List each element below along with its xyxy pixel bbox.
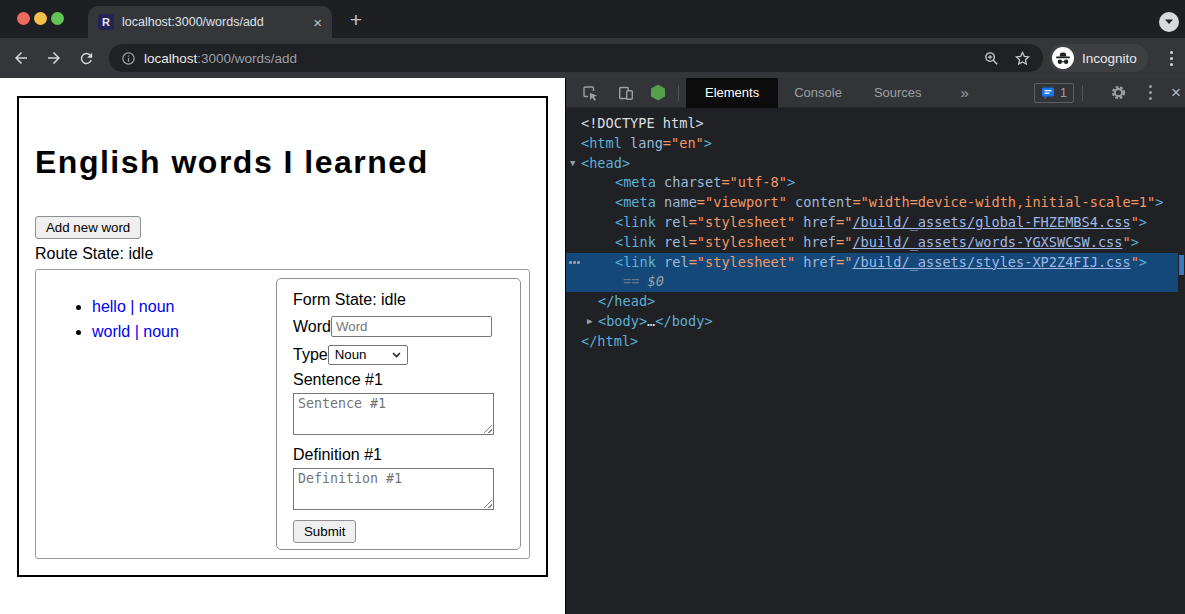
type-select[interactable]: Noun <box>328 345 408 365</box>
sentence-label: Sentence #1 <box>293 371 504 389</box>
issues-button[interactable]: 1 <box>1034 83 1074 103</box>
definition-label: Definition #1 <box>293 446 504 464</box>
words-panel: hello | noun world | noun Form State: idl… <box>35 269 530 559</box>
word-link[interactable]: hello | noun <box>92 298 174 315</box>
separator <box>678 85 679 101</box>
code-line[interactable]: <meta charset="utf-8"> <box>566 173 1178 193</box>
tab-console[interactable]: Console <box>778 78 858 108</box>
tab-title: localhost:3000/words/add <box>122 15 264 29</box>
issues-bubble-icon <box>1041 86 1055 100</box>
word-input[interactable] <box>331 316 492 337</box>
chevron-down-icon <box>1164 18 1174 26</box>
resize-grip-icon[interactable] <box>483 424 492 433</box>
app-container: English words I learned Add new word Rou… <box>17 96 548 577</box>
devtools-toolbar: Elements Console Sources » 1 × <box>566 78 1185 108</box>
word-label: Word <box>293 318 331 336</box>
extension-hexagon-icon[interactable] <box>651 85 665 101</box>
add-new-word-button[interactable]: Add new word <box>35 216 141 239</box>
collapse-arrow-icon[interactable]: ▶ <box>587 312 592 332</box>
code-line[interactable]: <html lang="en"> <box>566 134 1178 154</box>
content-area: English words I learned Add new word Rou… <box>0 78 1185 614</box>
tab-strip: R localhost:3000/words/add × + <box>0 0 1185 38</box>
zoom-window-button[interactable] <box>51 12 64 25</box>
word-list: hello | noun world | noun <box>44 298 276 341</box>
window-controls <box>17 12 64 25</box>
elements-tree: <!DOCTYPE html><html lang="en">▼<head><m… <box>566 109 1178 614</box>
devtools-close-icon[interactable]: × <box>1171 84 1181 101</box>
selected-scroll-marker <box>1179 255 1184 275</box>
word-list-column: hello | noun world | noun <box>44 278 276 550</box>
add-word-form: Form State: idle Word Type Noun <box>276 278 521 550</box>
sentence-textarea[interactable]: Sentence #1 <box>293 393 494 435</box>
submit-button[interactable]: Submit <box>293 520 356 543</box>
type-label: Type <box>293 346 328 364</box>
incognito-label: Incognito <box>1082 51 1137 66</box>
close-tab-icon[interactable]: × <box>313 15 322 30</box>
page-title: English words I learned <box>35 144 530 181</box>
code-line[interactable]: <!DOCTYPE html> <box>566 114 1178 134</box>
browser-window: R localhost:3000/words/add × + localhost… <box>0 0 1185 614</box>
incognito-icon <box>1052 47 1074 69</box>
tab-search-button[interactable] <box>1159 12 1179 32</box>
forward-button[interactable] <box>45 49 63 67</box>
code-line[interactable]: ▼<head> <box>566 154 1178 174</box>
settings-gear-icon[interactable] <box>1111 85 1126 100</box>
reload-button[interactable] <box>78 50 95 67</box>
expand-arrow-icon[interactable]: ▼ <box>570 154 575 174</box>
minimize-window-button[interactable] <box>34 12 47 25</box>
url-bar[interactable]: localhost:3000/words/add <box>109 44 1043 72</box>
url-text: localhost:3000/words/add <box>144 51 297 66</box>
code-line[interactable]: <link rel="stylesheet" href="/build/_ass… <box>566 233 1178 253</box>
devtools-menu-icon[interactable] <box>1149 84 1152 102</box>
more-actions-icon[interactable] <box>569 253 580 273</box>
device-toolbar-icon[interactable] <box>618 85 634 101</box>
word-list-item: world | noun <box>92 323 276 341</box>
devtools-panel: Elements Console Sources » 1 × <box>565 78 1185 614</box>
code-line[interactable]: </head> <box>566 292 1178 312</box>
incognito-badge: Incognito <box>1049 44 1148 72</box>
site-info-icon[interactable] <box>121 51 136 66</box>
resize-grip-icon[interactable] <box>483 499 492 508</box>
scroll-marker-strip <box>1178 109 1185 614</box>
word-list-item: hello | noun <box>92 298 276 316</box>
browser-tab[interactable]: R localhost:3000/words/add × <box>88 6 332 38</box>
bookmark-star-icon[interactable] <box>1014 50 1031 67</box>
new-tab-button[interactable]: + <box>344 8 368 32</box>
back-button[interactable] <box>12 49 30 67</box>
web-page: English words I learned Add new word Rou… <box>0 78 565 614</box>
tab-elements[interactable]: Elements <box>686 78 778 108</box>
code-line[interactable]: <link rel="stylesheet" href="/build/_ass… <box>566 213 1178 233</box>
issues-count: 1 <box>1060 86 1067 100</box>
zoom-icon[interactable] <box>983 50 1000 67</box>
inspect-element-icon[interactable] <box>582 85 598 101</box>
definition-textarea[interactable]: Definition #1 <box>293 468 494 510</box>
form-state-text: Form State: idle <box>293 291 504 309</box>
chevron-down-icon <box>392 352 401 358</box>
remix-favicon-icon: R <box>98 14 114 30</box>
separator <box>1082 85 1083 101</box>
code-line[interactable]: <meta name="viewport" content="width=dev… <box>566 193 1178 213</box>
code-line[interactable]: </html> <box>566 332 1178 352</box>
browser-menu-icon[interactable] <box>1170 49 1173 67</box>
route-state-text: Route State: idle <box>35 245 530 263</box>
word-link[interactable]: world | noun <box>92 323 179 340</box>
browser-toolbar: localhost:3000/words/add Incognito <box>0 38 1185 78</box>
type-select-value: Noun <box>335 347 367 362</box>
close-window-button[interactable] <box>17 12 30 25</box>
code-line[interactable]: <link rel="stylesheet" href="/build/_ass… <box>566 253 1178 273</box>
code-line[interactable]: == $0 <box>566 272 1178 292</box>
more-tabs-icon[interactable]: » <box>961 84 969 101</box>
tab-sources[interactable]: Sources <box>858 78 938 108</box>
code-line[interactable]: ▶<body>…</body> <box>566 312 1178 332</box>
